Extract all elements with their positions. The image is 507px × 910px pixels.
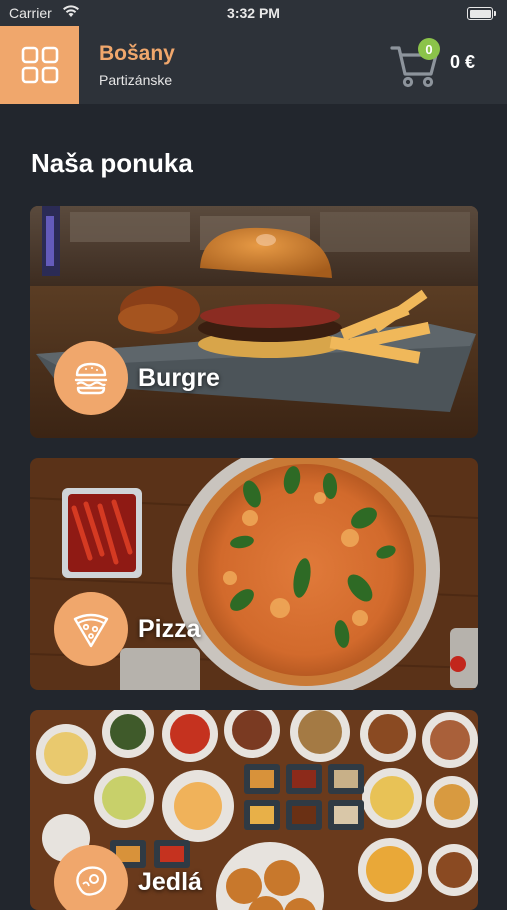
cart-count-badge: 0 (418, 38, 440, 60)
grid-icon (21, 46, 58, 84)
restaurant-name[interactable]: Bošany (99, 42, 175, 66)
category-card-pizza[interactable]: Pizza (30, 458, 478, 690)
pizza-slice-icon (73, 613, 109, 648)
burger-icon (74, 362, 108, 395)
menu-button[interactable] (0, 26, 79, 104)
pizza-category-icon (54, 592, 128, 666)
cart-total: 0 € (450, 52, 476, 72)
app-header: Bošany Partizánske 0 0 € (0, 26, 507, 104)
clock: 3:32 PM (227, 5, 280, 21)
restaurant-location: Partizánske (99, 72, 173, 88)
category-card-burgers[interactable]: Burgre (30, 206, 478, 438)
category-card-meals[interactable]: Jedlá (30, 710, 478, 910)
battery-icon (467, 7, 496, 20)
category-label-meals: Jedlá (138, 868, 202, 896)
page-title: Naša ponuka (31, 148, 193, 178)
status-bar: Carrier 3:32 PM (0, 0, 507, 26)
burger-category-icon (54, 341, 128, 415)
meals-category-icon (54, 845, 128, 910)
category-label-burgers: Burgre (138, 364, 220, 392)
category-label-pizza: Pizza (138, 615, 201, 643)
steak-icon (76, 866, 107, 896)
